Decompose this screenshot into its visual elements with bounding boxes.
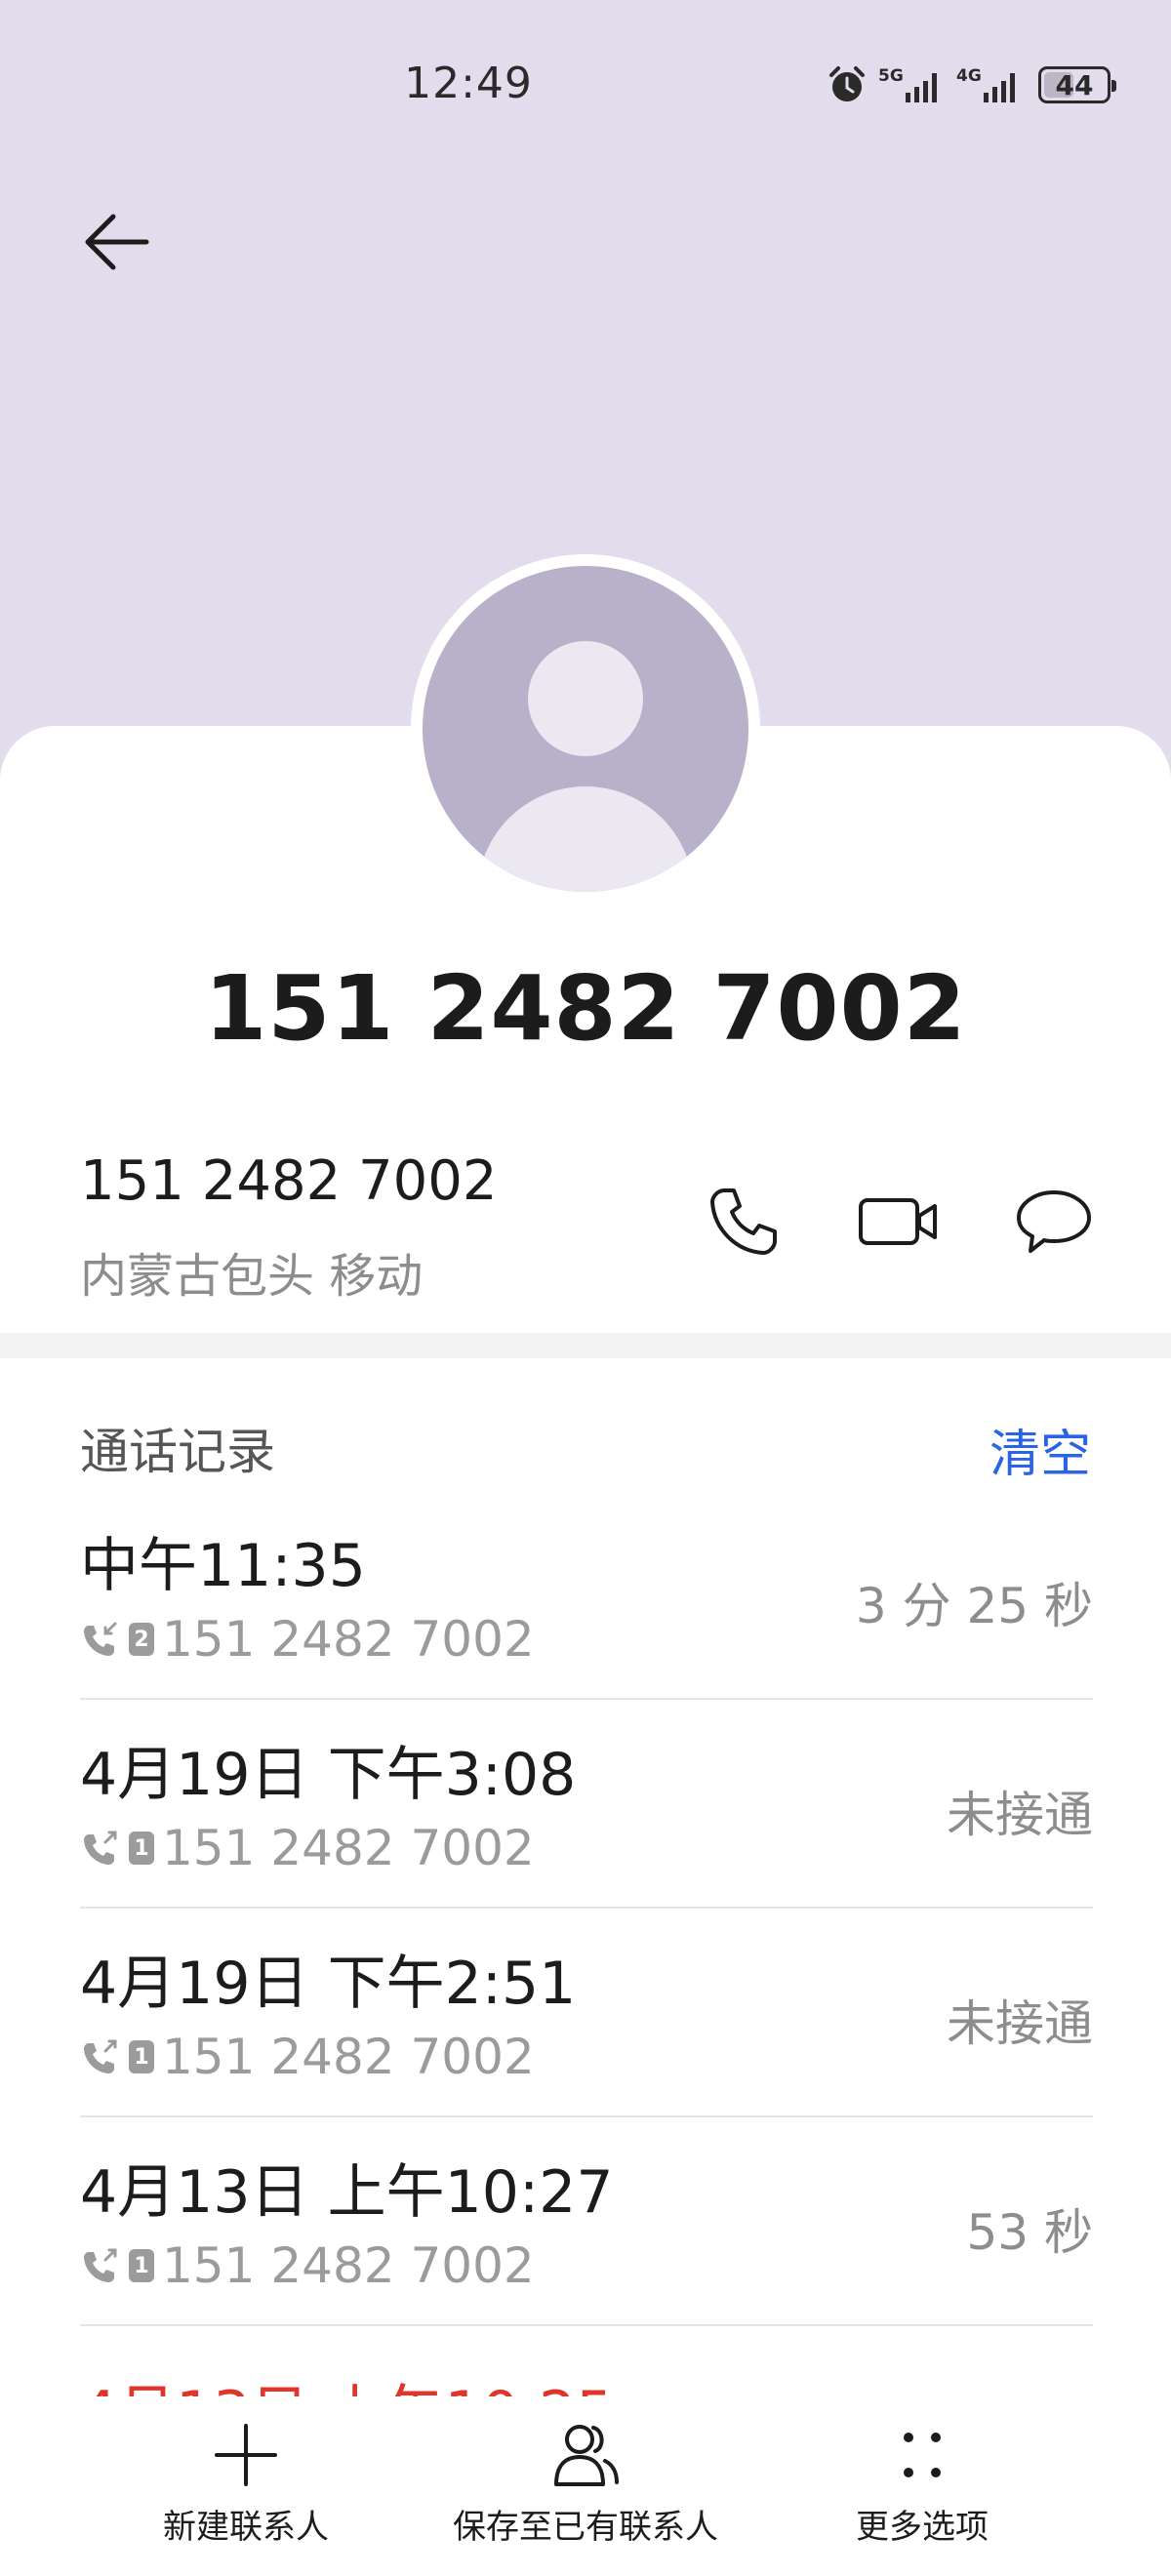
call-duration: 3 分 25 秒 <box>855 1578 1093 1634</box>
call-log-item[interactable]: 中午11:35 2 151 2482 7002 3 分 25 秒 <box>80 1491 1093 1700</box>
message-icon[interactable] <box>1013 1181 1095 1263</box>
sim-badge: 2 <box>129 1623 154 1656</box>
call-duration: 53 秒 <box>966 2204 1093 2261</box>
call-time: 中午11:35 <box>80 1532 366 1600</box>
plus-icon <box>215 2424 277 2486</box>
call-number: 151 2482 7002 <box>162 2237 535 2294</box>
person-add-icon <box>554 2425 619 2486</box>
contact-display-number: 151 2482 7002 <box>204 956 967 1061</box>
contact-location: 内蒙古包头 移动 <box>80 1249 424 1304</box>
outgoing-call-icon <box>84 1831 117 1865</box>
video-call-icon[interactable] <box>857 1181 939 1263</box>
phone-icon[interactable] <box>703 1181 785 1263</box>
svg-text:4G: 4G <box>956 66 982 86</box>
contact-number-row[interactable]: 151 2482 7002 内蒙古包头 移动 <box>0 1132 1171 1327</box>
back-arrow-icon[interactable] <box>76 201 158 283</box>
outgoing-call-icon <box>84 2248 117 2282</box>
svg-text:5G: 5G <box>878 66 904 86</box>
save-to-existing-contact-button[interactable]: 保存至已有联系人 <box>449 2420 722 2566</box>
signal-5g-icon: 5G <box>878 66 937 102</box>
more-options-label: 更多选项 <box>856 2508 989 2547</box>
sim-badge: 1 <box>129 2040 154 2073</box>
more-dots-icon <box>904 2433 941 2477</box>
incoming-call-icon <box>84 1622 117 1656</box>
call-time: 4月19日 下午2:51 <box>80 1950 577 2018</box>
section-divider <box>0 1333 1171 1358</box>
call-number: 151 2482 7002 <box>162 1611 535 1668</box>
call-log-item[interactable]: 4月19日 下午2:51 1 151 2482 7002 未接通 <box>80 1909 1093 2117</box>
call-number: 151 2482 7002 <box>162 1820 535 1876</box>
call-time: 4月13日 上午10:25 <box>80 2365 614 2396</box>
call-details: 1 151 2482 7002 <box>80 2028 535 2086</box>
battery-level: 44 <box>1055 68 1094 101</box>
status-time: 12:49 <box>404 59 533 108</box>
new-contact-label: 新建联系人 <box>163 2508 329 2547</box>
call-status: 未接通 <box>947 1787 1093 1843</box>
contact-number: 151 2482 7002 <box>80 1149 498 1213</box>
call-log-title: 通话记录 <box>80 1424 275 1480</box>
signal-4g-icon: 4G <box>956 66 1015 102</box>
new-contact-button[interactable]: 新建联系人 <box>148 2420 343 2566</box>
clear-call-log-button[interactable]: 清空 <box>989 1413 1091 1486</box>
more-options-button[interactable]: 更多选项 <box>825 2420 1020 2566</box>
status-icons: 5G 4G 44 <box>826 60 1116 109</box>
call-number: 151 2482 7002 <box>162 2029 535 2085</box>
call-time: 4月19日 下午3:08 <box>80 1741 577 1809</box>
call-time: 4月13日 上午10:27 <box>80 2158 614 2227</box>
sim-badge: 1 <box>129 1831 154 1865</box>
call-status: 未接通 <box>947 1995 1093 2052</box>
avatar[interactable] <box>411 554 760 904</box>
save-to-existing-label: 保存至已有联系人 <box>453 2508 718 2547</box>
call-log-item[interactable]: 4月13日 上午10:27 1 151 2482 7002 53 秒 <box>80 2117 1093 2326</box>
alarm-icon <box>829 66 865 101</box>
call-details: 1 151 2482 7002 <box>80 2236 535 2295</box>
battery-icon: 44 <box>1038 66 1116 103</box>
outgoing-call-icon <box>84 2039 117 2073</box>
call-details: 2 151 2482 7002 <box>80 1610 535 1669</box>
status-bar: 12:49 5G 4G 44 <box>0 0 1171 176</box>
call-log-item[interactable]: 4月19日 下午3:08 1 151 2482 7002 未接通 <box>80 1700 1093 1909</box>
call-details: 1 151 2482 7002 <box>80 1819 535 1877</box>
call-log-item-missed[interactable]: 4月13日 上午10:25 <box>80 2348 1093 2396</box>
bottom-action-bar: 新建联系人 保存至已有联系人 更多选项 <box>0 2396 1171 2576</box>
sim-badge: 1 <box>129 2249 154 2282</box>
default-person-icon <box>423 566 748 892</box>
